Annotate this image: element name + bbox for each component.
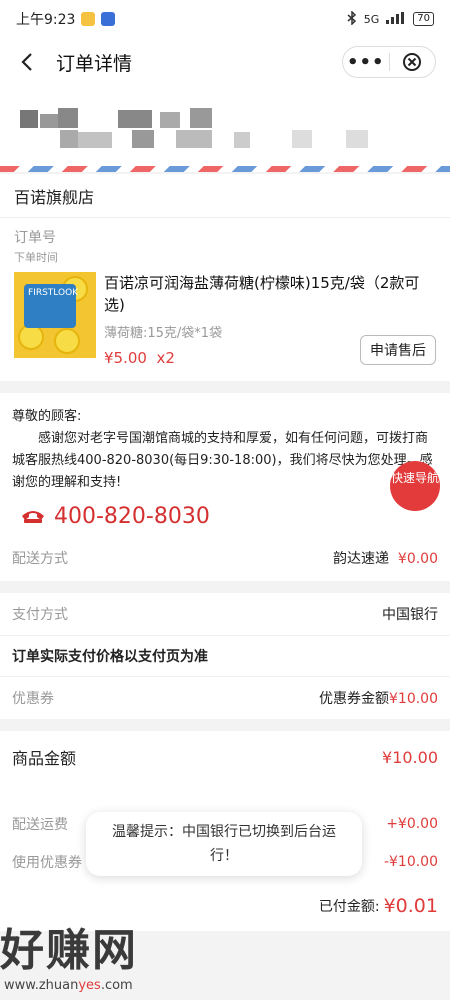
- payment-method-value: 中国银行: [382, 607, 438, 623]
- address-card-redacted[interactable]: [0, 86, 450, 166]
- phone-icon: [20, 506, 46, 528]
- delivery-row: 配送方式 韵达速递 ¥0.00: [0, 535, 450, 581]
- coupon-amount: ¥10.00: [389, 691, 438, 707]
- coupon-value: 优惠券金额¥10.00: [319, 688, 438, 708]
- delivery-fee: ¥0.00: [397, 551, 438, 567]
- notification-app-icon: [81, 12, 96, 26]
- close-circle-icon: [403, 53, 422, 71]
- hotline[interactable]: 400-820-8030: [12, 504, 438, 529]
- notice-body: 感谢您对老字号国潮馆商城的支持和厚爱，如有任何问题，可拨打商城客服热线400-8…: [12, 431, 433, 490]
- product-package-image: FIRSTLOOK: [24, 284, 79, 328]
- delivery-carrier: 韵达速递: [333, 551, 389, 567]
- goods-amount-label: 商品金额: [12, 749, 77, 768]
- order-number-label: 订单号: [14, 230, 56, 246]
- paid-amount-value: ¥0.01: [383, 895, 438, 917]
- goods-amount-value: ¥10.00: [382, 747, 438, 767]
- watermark-url: www.zhuanyes.com: [4, 978, 200, 993]
- payment-method-row[interactable]: 支付方式 中国银行: [0, 593, 450, 635]
- order-time-label: 下单时间: [14, 251, 58, 264]
- coupon-used-label: 使用优惠券: [12, 855, 82, 871]
- hotline-number[interactable]: 400-820-8030: [54, 504, 210, 529]
- product-item[interactable]: FIRSTLOOK 百诺凉可润海盐薄荷糖(柠檬味)15克/袋（2款可选) 薄荷糖…: [0, 266, 450, 381]
- product-quantity: x2: [156, 349, 175, 367]
- navbar: 订单详情 •••: [0, 38, 450, 86]
- signal-icon: [385, 11, 407, 27]
- bluetooth-icon: [346, 9, 358, 28]
- coupon-amount-prefix: 优惠券金额: [319, 691, 389, 707]
- airmail-stripe-divider: [0, 166, 450, 172]
- apply-after-sale-button[interactable]: 申请售后: [360, 335, 436, 365]
- paid-amount-label: 已付金额:: [318, 899, 380, 915]
- package-brand-text: FIRSTLOOK: [28, 288, 79, 298]
- mini-program-capsule: •••: [342, 46, 436, 78]
- product-title: 百诺凉可润海盐薄荷糖(柠檬味)15克/袋（2款可选): [104, 274, 420, 314]
- delivery-label: 配送方式: [12, 551, 68, 567]
- status-right: 5G 70: [346, 9, 434, 28]
- coupon-label: 优惠券: [12, 691, 54, 707]
- order-meta: 订单号 下单时间: [0, 218, 450, 266]
- shipping-fee-value: +¥0.00: [386, 816, 438, 832]
- payment-method-label: 支付方式: [12, 607, 68, 623]
- coupon-row[interactable]: 优惠券 优惠券金额¥10.00: [0, 677, 450, 719]
- status-time: 上午9:23: [16, 12, 76, 28]
- notice-greeting: 尊敬的顾客:: [12, 409, 82, 424]
- order-card: 百诺旗舰店 订单号 下单时间 FIRSTLOOK 百诺凉可润海盐薄荷糖(柠檬味)…: [0, 174, 450, 381]
- payment-note: 订单实际支付价格以支付页为准: [0, 635, 450, 677]
- toast-message: 温馨提示：中国银行已切换到后台运行！: [86, 812, 362, 876]
- page-title: 订单详情: [56, 52, 133, 75]
- network-label: 5G: [363, 12, 380, 26]
- delivery-value: 韵达速递 ¥0.00: [333, 548, 438, 568]
- notification-message-icon: [101, 12, 116, 26]
- coupon-used-value: -¥10.00: [383, 854, 438, 870]
- goods-amount-row: 商品金额 ¥10.00: [12, 731, 438, 783]
- product-price: ¥5.00: [104, 349, 147, 367]
- back-arrow-icon[interactable]: [12, 47, 42, 77]
- quick-navigation-button[interactable]: 快速导航: [390, 461, 440, 511]
- watermark-url-post: .com: [100, 978, 133, 993]
- customer-notice: 尊敬的顾客: 感谢您对老字号国潮馆商城的支持和厚爱，如有任何问题，可拨打商城客服…: [0, 393, 450, 535]
- more-options-button[interactable]: •••: [343, 52, 389, 73]
- shipping-fee-label: 配送运费: [12, 817, 68, 833]
- close-mini-program-button[interactable]: [390, 52, 436, 72]
- watermark-url-pre: www.zhuan: [4, 978, 79, 993]
- watermark-logo-text: 好赚网: [0, 925, 138, 976]
- site-watermark: 好赚网 www.zhuanyes.com: [0, 914, 200, 994]
- battery-icon: 70: [413, 12, 434, 26]
- status-left: 上午9:23: [16, 9, 116, 29]
- product-thumbnail[interactable]: FIRSTLOOK: [14, 272, 96, 358]
- status-bar: 上午9:23 5G 70: [0, 0, 450, 38]
- shop-name[interactable]: 百诺旗舰店: [0, 174, 450, 218]
- watermark-url-mid: yes: [78, 978, 101, 993]
